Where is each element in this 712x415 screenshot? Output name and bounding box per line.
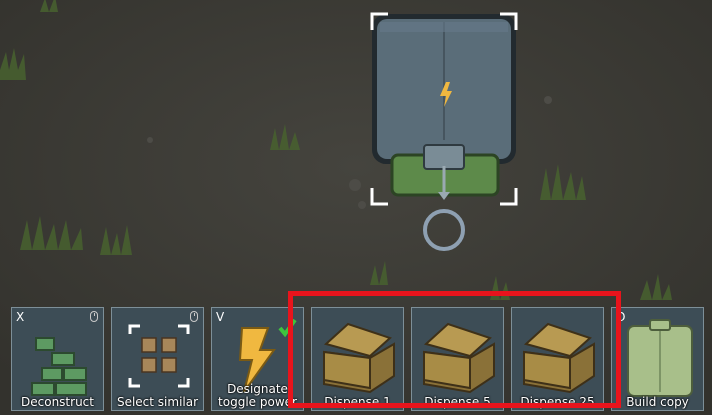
- highlight-box: [288, 291, 621, 408]
- gizmo-label: Build copy: [626, 395, 689, 409]
- gizmo-label: Deconstruct: [21, 395, 94, 409]
- build-copy-button[interactable]: O Build copy: [611, 307, 704, 411]
- gizmo-label: Select similar: [116, 395, 199, 409]
- select-similar-button[interactable]: Select similar: [111, 307, 204, 411]
- deconstruct-button[interactable]: X Deconstruct: [11, 307, 104, 411]
- selected-building[interactable]: [372, 14, 516, 200]
